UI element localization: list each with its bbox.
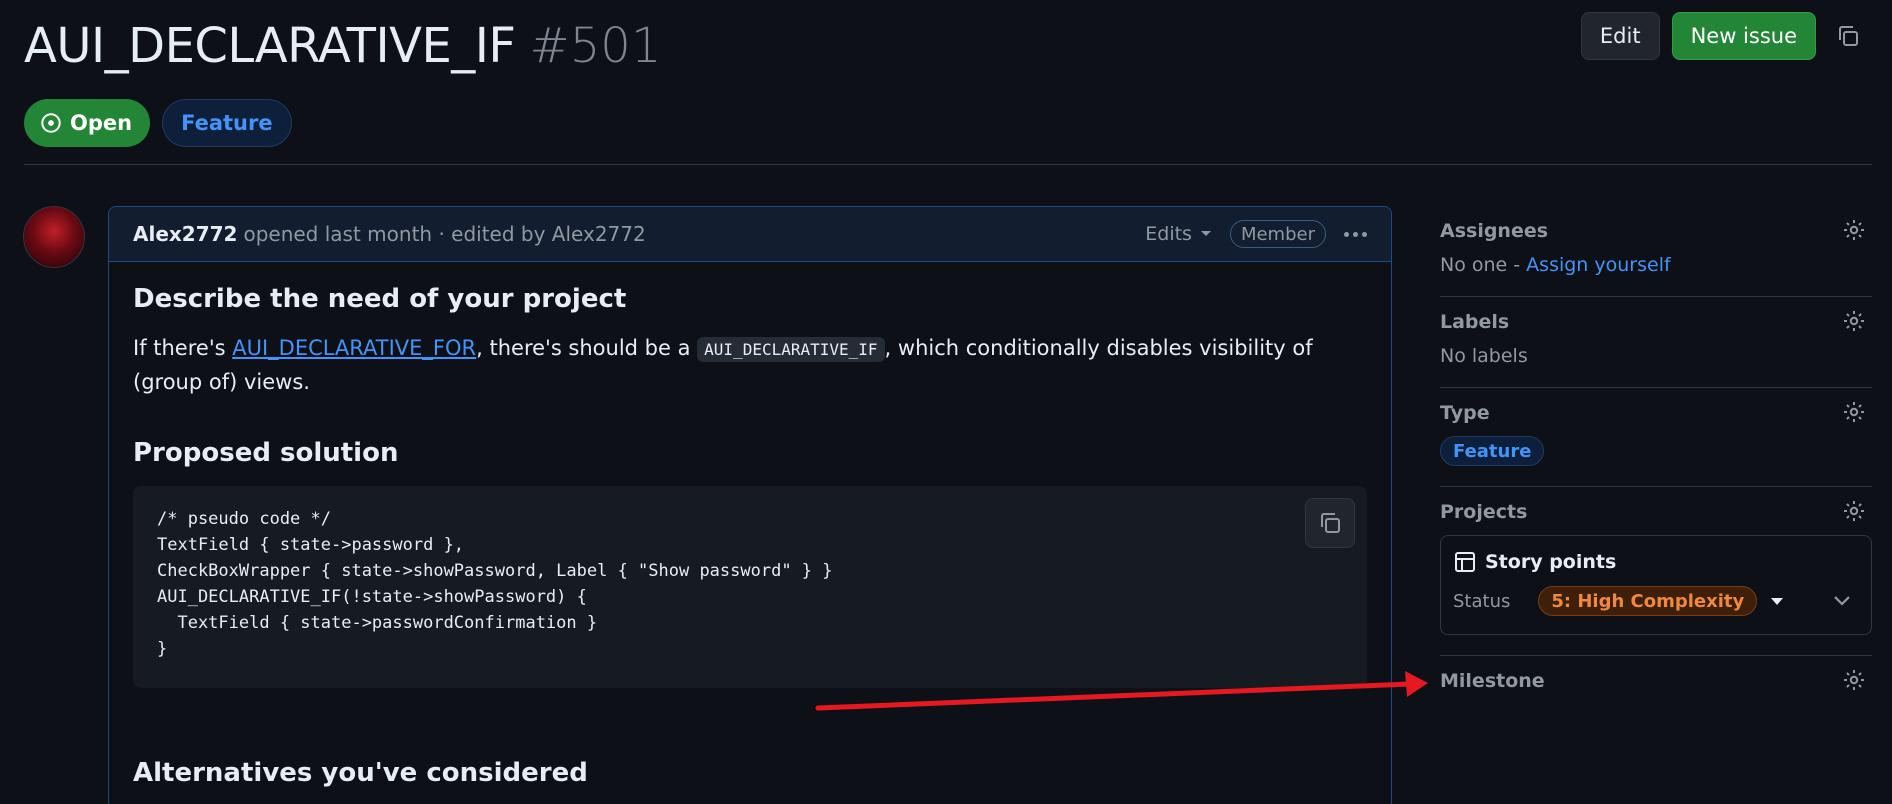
code-line: } (157, 639, 168, 659)
code-line: AUI_DECLARATIVE_IF(!state->showPassword)… (157, 587, 587, 607)
assignees-value: No one - Assign yourself (1440, 254, 1872, 276)
issue-header: AUI_DECLARATIVE_IF #501 Edit New issue O… (24, 12, 1868, 148)
feature-label-badge[interactable]: Feature (162, 99, 292, 147)
assignees-title: Assignees (1440, 220, 1549, 242)
comment-author[interactable]: Alex2772 (133, 222, 237, 246)
avatar[interactable] (23, 206, 85, 268)
issue-comment: Alex2772 opened last month · edited by A… (108, 206, 1392, 804)
milestone-title: Milestone (1440, 670, 1545, 692)
need-text-2: , there's should be a (476, 336, 698, 360)
code-line: /* pseudo code */ (157, 509, 331, 529)
comment-meta: opened last month · edited by Alex2772 (243, 222, 646, 246)
code-line: TextField { state->password }, (157, 535, 465, 555)
status-row: Open Feature (24, 99, 292, 147)
code-line: CheckBoxWrapper { state->showPassword, L… (157, 561, 833, 581)
header-actions: Edit New issue (1580, 12, 1868, 60)
alternatives-heading: Alternatives you've considered (133, 758, 588, 788)
code-line: TextField { state->passwordConfirmation … (157, 613, 598, 633)
projects-title: Projects (1440, 501, 1528, 523)
projects-section: Projects Story points Status 5: High Com… (1440, 487, 1872, 656)
need-paragraph: If there's AUI_DECLARATIVE_FOR, there's … (133, 332, 1367, 398)
edits-dropdown[interactable]: Edits (1145, 223, 1212, 245)
header-divider (24, 164, 1872, 165)
project-name[interactable]: Story points (1485, 551, 1616, 573)
solution-heading: Proposed solution (133, 438, 399, 468)
no-one-text: No one - (1440, 254, 1527, 276)
issue-number: #501 (529, 18, 662, 74)
open-status-badge: Open (24, 99, 151, 147)
gear-icon[interactable] (1842, 668, 1866, 696)
status-value-badge[interactable]: 5: High Complexity (1538, 586, 1758, 616)
labels-title: Labels (1440, 311, 1510, 333)
copy-code-icon[interactable] (1305, 498, 1355, 548)
gear-icon[interactable] (1842, 400, 1866, 428)
inline-code: AUI_DECLARATIVE_IF (697, 337, 885, 362)
project-title-row: Story points (1453, 550, 1859, 574)
copy-icon[interactable] (1828, 12, 1868, 60)
comment-header: Alex2772 opened last month · edited by A… (109, 207, 1391, 262)
need-text-1: If there's (133, 336, 233, 360)
open-status-label: Open (70, 111, 133, 135)
caret-down-icon (1200, 231, 1211, 236)
milestone-section: Milestone (1440, 656, 1872, 724)
edit-button[interactable]: Edit (1580, 12, 1660, 60)
member-badge: Member (1229, 220, 1326, 248)
gear-icon[interactable] (1842, 309, 1866, 337)
gear-icon[interactable] (1842, 499, 1866, 527)
status-caret-down-icon[interactable] (1771, 597, 1784, 605)
aui-declarative-for-link[interactable]: AUI_DECLARATIVE_FOR (232, 336, 476, 360)
project-status-row: Status 5: High Complexity (1453, 586, 1859, 616)
code-block: /* pseudo code */ TextField { state->pas… (133, 486, 1367, 688)
status-label: Status (1453, 590, 1511, 612)
assign-yourself-link[interactable]: Assign yourself (1526, 254, 1671, 276)
type-badge[interactable]: Feature (1440, 436, 1545, 466)
comment-header-actions: Edits Member (1145, 220, 1367, 248)
need-heading: Describe the need of your project (133, 284, 627, 314)
gear-icon[interactable] (1842, 218, 1866, 246)
chevron-down-icon[interactable] (1833, 595, 1851, 607)
labels-value: No labels (1440, 345, 1528, 367)
new-issue-button[interactable]: New issue (1671, 12, 1816, 60)
labels-section: Labels No labels (1440, 297, 1872, 388)
type-title: Type (1440, 402, 1490, 424)
issue-title: AUI_DECLARATIVE_IF (24, 18, 516, 74)
type-section: Type Feature (1440, 388, 1872, 487)
assignees-section: Assignees No one - Assign yourself (1440, 206, 1872, 297)
issue-sidebar: Assignees No one - Assign yourself Label… (1440, 206, 1872, 724)
table-icon (1455, 552, 1475, 572)
project-card[interactable]: Story points Status 5: High Complexity (1440, 535, 1872, 635)
edits-label: Edits (1145, 223, 1192, 245)
kebab-menu-icon[interactable] (1344, 231, 1367, 237)
issue-open-icon (41, 113, 61, 133)
comment-body: Describe the need of your project If the… (109, 262, 1391, 804)
